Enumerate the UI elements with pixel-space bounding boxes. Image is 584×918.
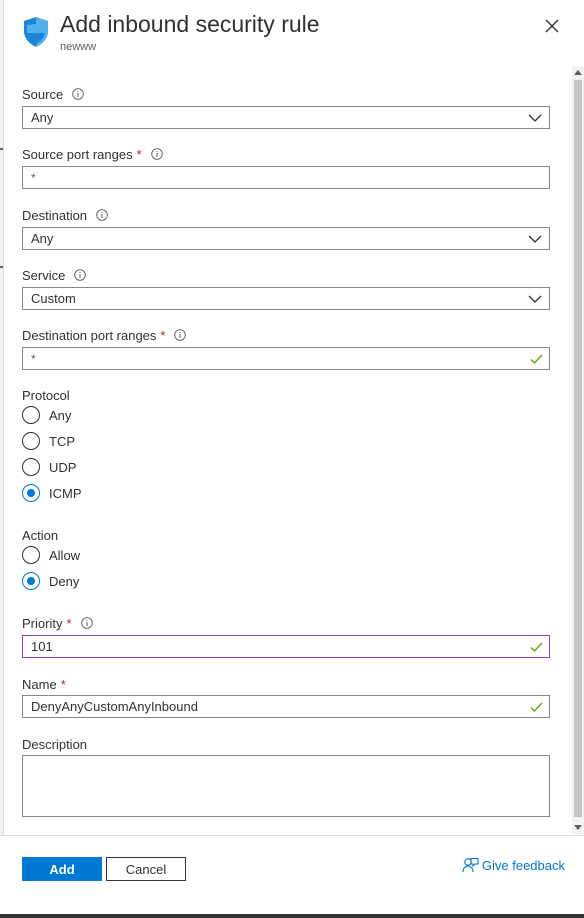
destination-field: Destination Any [22,206,550,250]
add-button[interactable]: Add [22,857,102,881]
protocol-option-udp[interactable]: UDP [22,457,76,477]
name-label: Name * [22,676,66,692]
name-input[interactable]: DenyAnyCustomAnyInbound [22,695,550,718]
service-field: Service Custom [22,266,550,310]
priority-label: Priority * [22,614,550,632]
panel-title: Add inbound security rule [60,11,320,37]
source-port-ranges-field: Source port ranges * * [22,145,550,189]
cancel-button[interactable]: Cancel [106,857,186,881]
radio-button[interactable] [22,406,40,424]
panel-footer: Add Cancel Give feedback [0,835,584,915]
chevron-down-icon [528,235,542,243]
description-label: Description [22,736,88,752]
destination-label: Destination [22,206,550,224]
scrollbar-thumb[interactable] [574,80,582,817]
info-icon[interactable] [174,329,187,341]
destination-port-ranges-input[interactable]: * [22,347,550,370]
panel-subtitle: newww [60,41,97,53]
priority-input[interactable]: 101 [22,635,550,658]
scroll-down-arrow-icon[interactable] [574,825,582,831]
vertical-scrollbar[interactable] [572,66,584,834]
scroll-up-arrow-icon[interactable] [574,69,582,75]
checkmark-icon [530,354,543,364]
priority-field: Priority * 101 [22,614,550,658]
protocol-field: Protocol Any TCP UDP ICMP [22,386,550,506]
action-option-allow[interactable]: Allow [22,545,80,565]
name-field: Name * DenyAnyCustomAnyInbound [22,675,550,718]
action-field: Action Allow Deny [22,526,550,594]
chevron-down-icon [528,114,542,122]
give-feedback-link[interactable]: Give feedback [462,857,565,874]
destination-port-ranges-field: Destination port ranges * * [22,326,550,370]
bottom-border [0,914,584,918]
destination-port-ranges-label: Destination port ranges * [22,326,550,344]
required-asterisk: * [136,146,142,162]
shield-icon [24,17,48,47]
protocol-option-icmp[interactable]: ICMP [22,483,82,503]
required-asterisk: * [66,615,72,631]
radio-button[interactable] [22,458,40,476]
radio-button-selected[interactable] [22,484,40,502]
info-icon[interactable] [96,209,108,221]
protocol-option-any[interactable]: Any [22,405,71,425]
source-port-ranges-label: Source port ranges * [22,145,550,163]
source-field: Source Any [22,85,550,129]
description-textarea[interactable] [22,755,550,817]
info-icon[interactable] [74,269,87,281]
required-asterisk: * [60,676,66,692]
protocol-label: Protocol [22,387,70,403]
source-dropdown[interactable]: Any [22,106,550,129]
feedback-icon [462,857,479,873]
panel-header: Add inbound security rule newww [22,10,584,65]
radio-button[interactable] [22,546,40,564]
checkmark-icon [530,642,543,652]
description-field: Description [22,735,550,817]
info-icon[interactable] [72,88,84,100]
service-dropdown[interactable]: Custom [22,287,550,310]
info-icon[interactable] [150,148,163,160]
info-icon[interactable] [80,617,93,629]
protocol-option-tcp[interactable]: TCP [22,431,75,451]
checkmark-icon [530,702,543,712]
source-label: Source [22,85,550,103]
service-label: Service [22,266,550,284]
chevron-down-icon [528,295,542,303]
form-content: Source Any Source port ranges * * Destin… [0,66,584,836]
action-label: Action [22,527,59,543]
radio-button-selected[interactable] [22,572,40,590]
action-option-deny[interactable]: Deny [22,571,79,591]
required-asterisk: * [160,327,166,343]
close-icon[interactable] [542,16,562,36]
destination-dropdown[interactable]: Any [22,227,550,250]
source-port-ranges-input[interactable]: * [22,166,550,189]
radio-button[interactable] [22,432,40,450]
